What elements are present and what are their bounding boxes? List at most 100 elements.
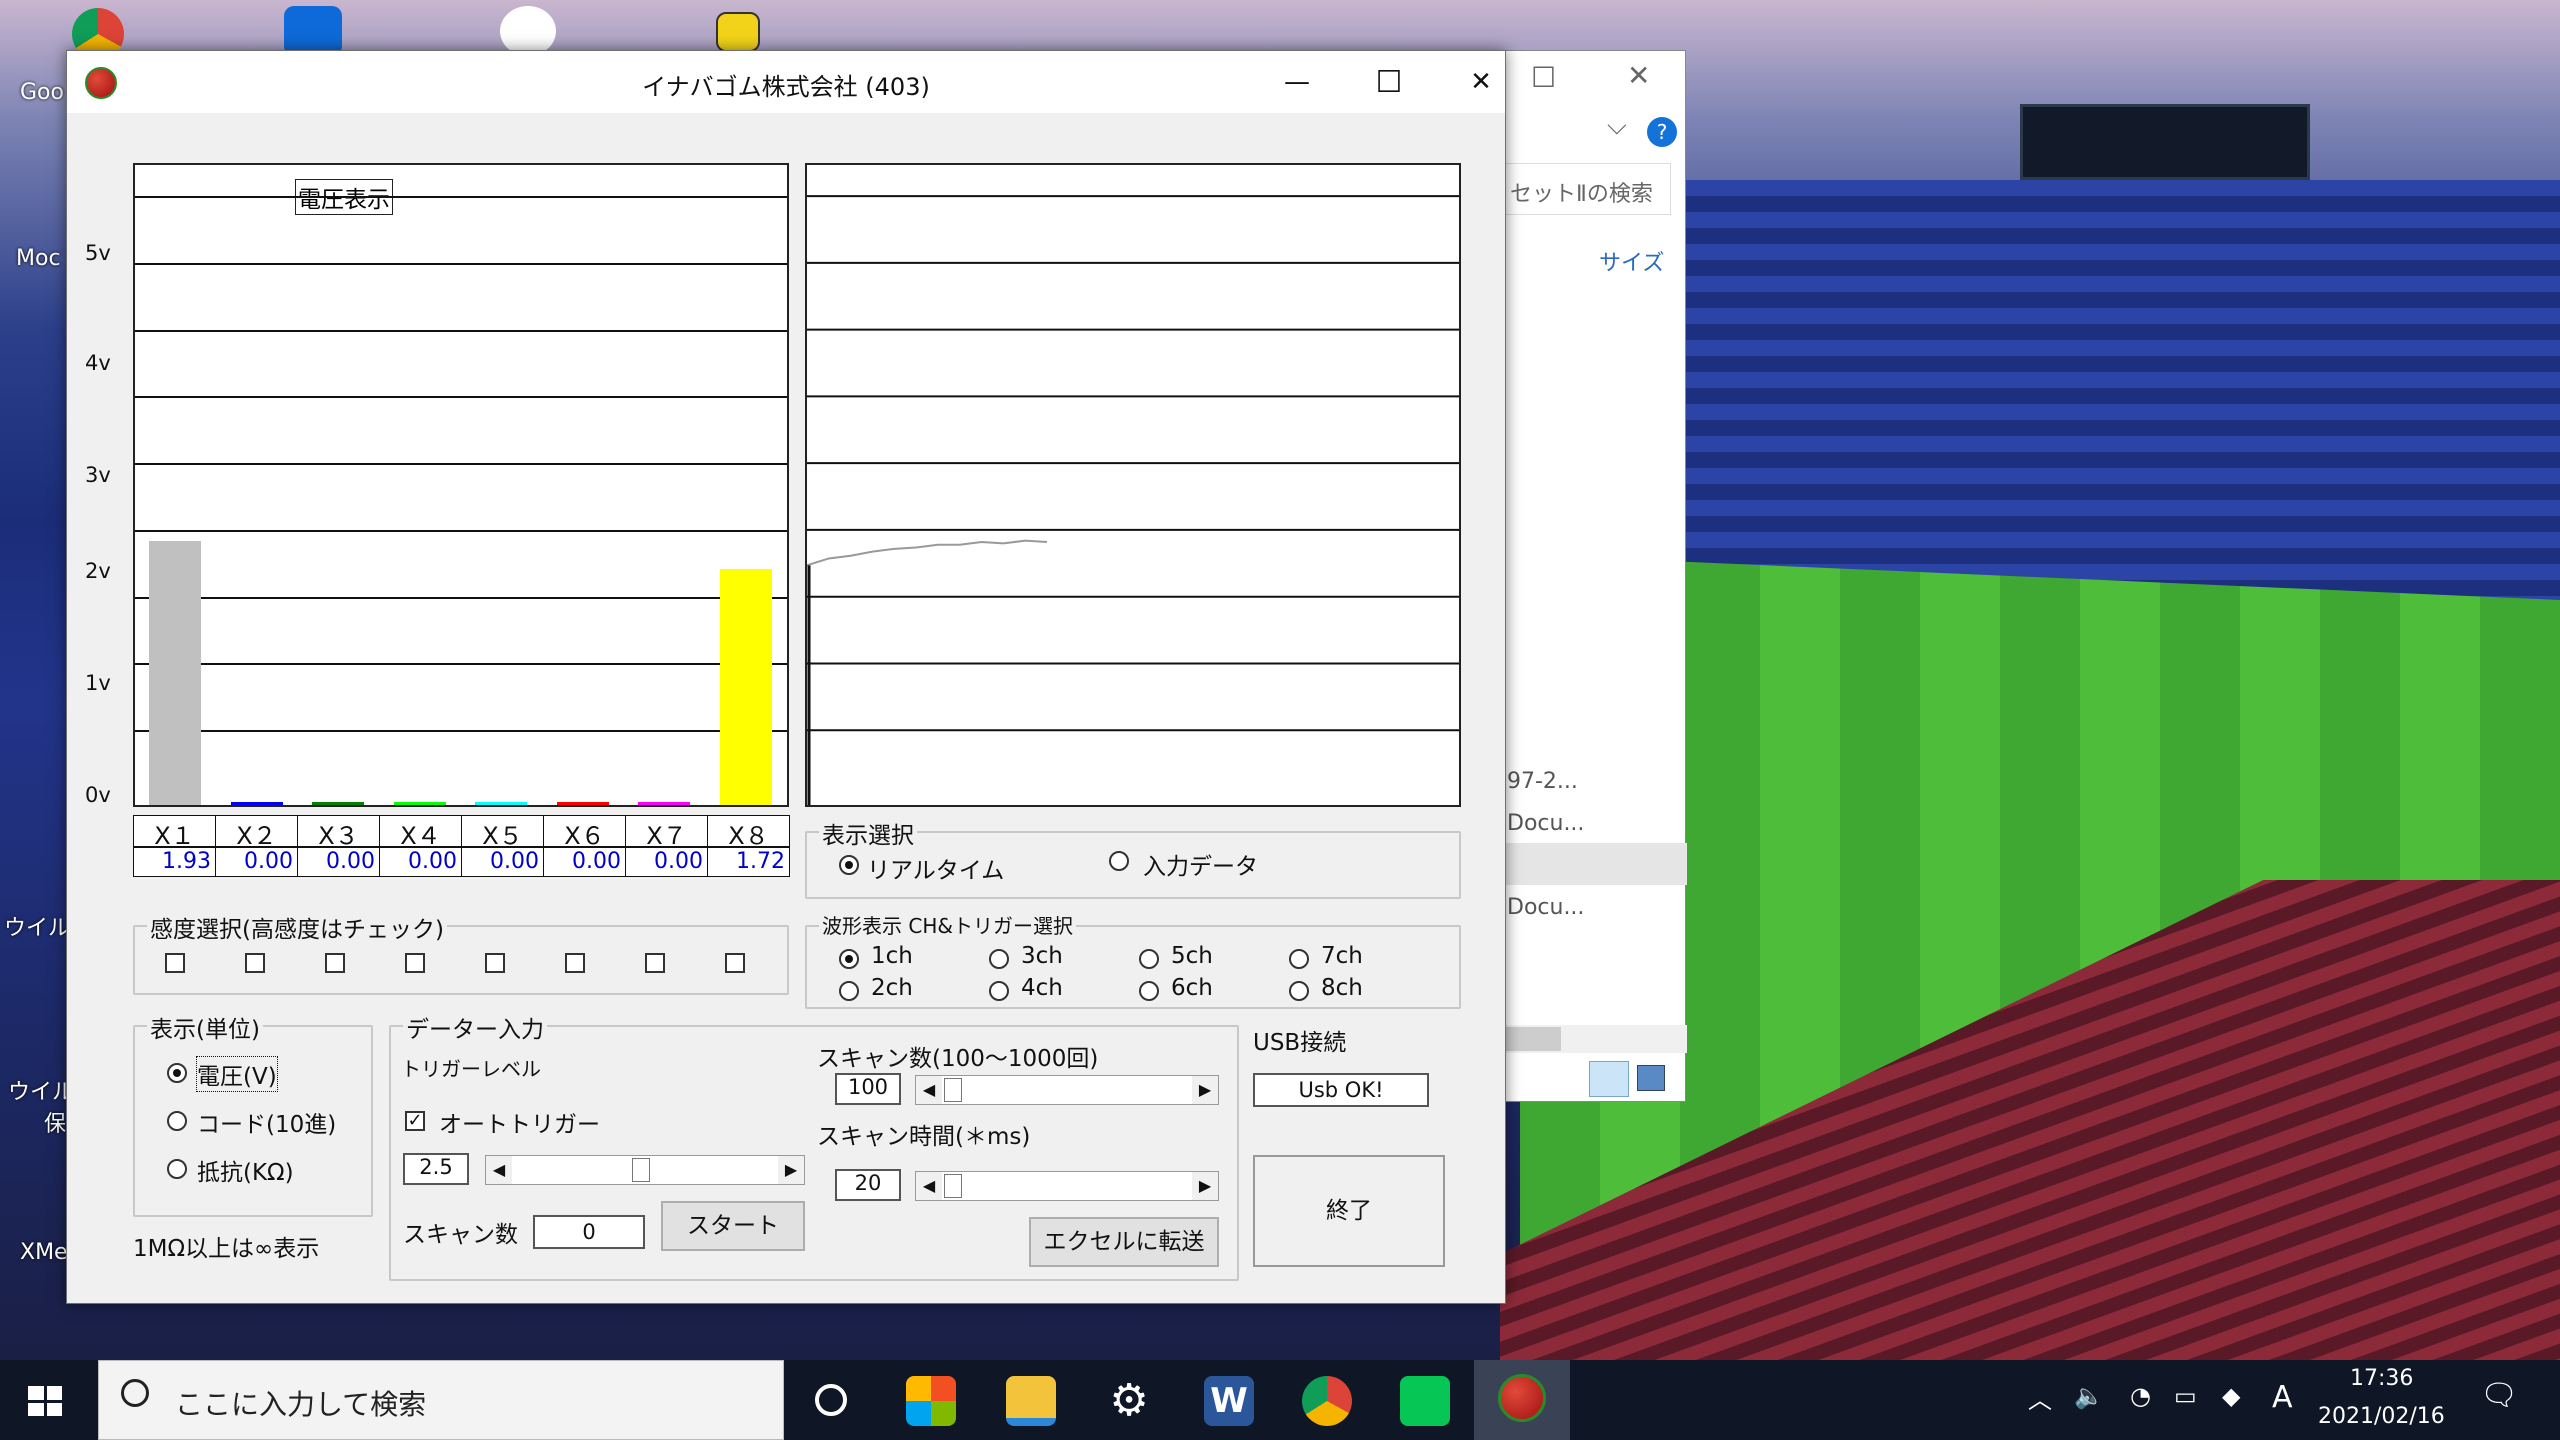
sensitivity-checkbox-7[interactable] — [645, 953, 665, 973]
unit-label-1[interactable]: 電圧(V) — [196, 1056, 278, 1092]
explorer-selected-row[interactable] — [1501, 843, 1687, 885]
explorer-help-icon[interactable]: ? — [1647, 117, 1677, 147]
battery-icon[interactable]: ▭ — [2174, 1382, 2197, 1410]
slider-thumb[interactable] — [944, 1078, 962, 1102]
waveform-radio-1ch[interactable] — [839, 949, 859, 969]
title-bar[interactable]: イナバゴム株式会社 (403) — ☐ ✕ — [67, 51, 1505, 113]
explorer-maximize-icon[interactable]: ☐ — [1531, 61, 1556, 94]
realtime-label[interactable]: リアルタイム — [867, 851, 1004, 885]
active-app-highlight[interactable] — [1474, 1360, 1570, 1440]
ms-store-icon[interactable] — [906, 1376, 956, 1426]
waveform-radio-2ch[interactable] — [839, 981, 859, 1001]
minimize-button[interactable]: — — [1251, 51, 1343, 113]
excel-export-button[interactable]: エクセルに転送 — [1029, 1217, 1219, 1267]
waveform-radio-4ch[interactable] — [989, 981, 1009, 1001]
realtime-radio[interactable] — [839, 855, 859, 875]
thumbnail-view-icon[interactable] — [1637, 1065, 1665, 1091]
explorer-size-column[interactable]: サイズ — [1599, 245, 1664, 277]
input-data-label[interactable]: 入力データ — [1143, 847, 1258, 881]
sensitivity-checkbox-8[interactable] — [725, 953, 745, 973]
unit-label-2[interactable]: コード(10進) — [197, 1105, 336, 1139]
slider-right-arrow-icon[interactable]: ▶ — [1192, 1076, 1218, 1104]
close-button[interactable]: ✕ — [1435, 51, 1527, 113]
explorer-search-input[interactable]: セットⅡの検索 — [1501, 163, 1671, 215]
scan-time-slider[interactable]: ◀ ▶ — [915, 1171, 1219, 1201]
explorer-chevron-icon[interactable]: ⌵ — [1607, 111, 1627, 142]
waveform-radio-3ch[interactable] — [989, 949, 1009, 969]
slider-thumb[interactable] — [632, 1158, 650, 1182]
waveform-radio-7ch[interactable] — [1289, 949, 1309, 969]
slider-left-arrow-icon[interactable]: ◀ — [916, 1076, 942, 1104]
defender-icon[interactable]: ◆ — [2222, 1382, 2240, 1410]
slider-left-arrow-icon[interactable]: ◀ — [486, 1156, 512, 1184]
ime-indicator[interactable]: A — [2272, 1380, 2293, 1415]
explorer-item-2[interactable]: Docu... — [1507, 811, 1584, 836]
details-view-icon[interactable] — [1589, 1061, 1629, 1097]
waveform-label-4ch[interactable]: 4ch — [1021, 975, 1063, 1001]
slider-thumb[interactable] — [944, 1174, 962, 1198]
bar-chart-gridline — [135, 529, 787, 532]
trigger-level-field[interactable]: 2.5 — [403, 1153, 469, 1185]
settings-gear-icon[interactable]: ⚙ — [1104, 1376, 1154, 1426]
chrome-icon[interactable] — [1302, 1376, 1352, 1426]
unit-label-3[interactable]: 抵抗(KΩ) — [197, 1153, 294, 1187]
slider-left-arrow-icon[interactable]: ◀ — [916, 1172, 942, 1200]
waveform-radio-8ch[interactable] — [1289, 981, 1309, 1001]
slack-desktop-icon[interactable] — [500, 6, 556, 56]
slider-right-arrow-icon[interactable]: ▶ — [778, 1156, 804, 1184]
trigger-level-slider[interactable]: ◀ ▶ — [485, 1155, 805, 1185]
bar-x3 — [312, 802, 364, 805]
word-icon[interactable]: W — [1204, 1376, 1254, 1426]
teamviewer-desktop-icon[interactable] — [284, 6, 342, 56]
clock-date[interactable]: 2021/02/16 — [2318, 1404, 2445, 1429]
waveform-radio-5ch[interactable] — [1139, 949, 1159, 969]
file-explorer-icon[interactable] — [1006, 1376, 1056, 1426]
y-tick-0v: 0v — [85, 783, 111, 807]
scan-num-field[interactable]: 100 — [835, 1073, 901, 1105]
waveform-label-7ch[interactable]: 7ch — [1321, 943, 1363, 969]
start-button[interactable]: スタート — [661, 1201, 805, 1251]
unit-radio-2[interactable] — [167, 1111, 187, 1131]
y-tick-3v: 3v — [85, 463, 111, 487]
waveform-radio-6ch[interactable] — [1139, 981, 1159, 1001]
explorer-item-1[interactable]: 97-2... — [1507, 769, 1578, 794]
scan-num-slider[interactable]: ◀ ▶ — [915, 1075, 1219, 1105]
desktop-label-virus2: ウイル — [8, 1080, 75, 1105]
auto-trigger-checkbox[interactable]: ✓ — [405, 1111, 425, 1131]
waveform-label-2ch[interactable]: 2ch — [871, 975, 913, 1001]
line-app-icon[interactable] — [1400, 1376, 1450, 1426]
waveform-label-5ch[interactable]: 5ch — [1171, 943, 1213, 969]
scan-count-field[interactable]: 0 — [533, 1215, 645, 1249]
waveform-label-1ch[interactable]: 1ch — [871, 943, 913, 969]
taskbar-search-input[interactable]: ここに入力して検索 — [98, 1360, 784, 1440]
sensitivity-checkbox-4[interactable] — [405, 953, 425, 973]
clock-time[interactable]: 17:36 — [2350, 1366, 2413, 1391]
sensitivity-checkbox-3[interactable] — [325, 953, 345, 973]
tray-chevron-icon[interactable]: ︿ — [2028, 1380, 2052, 1415]
input-data-radio[interactable] — [1109, 851, 1129, 871]
task-view-icon[interactable] — [815, 1384, 847, 1416]
exit-button[interactable]: 終了 — [1253, 1155, 1445, 1267]
explorer-item-3[interactable]: Docu... — [1507, 895, 1584, 920]
typing-desktop-icon[interactable] — [716, 12, 760, 52]
sensitivity-checkbox-1[interactable] — [165, 953, 185, 973]
scan-time-field[interactable]: 20 — [835, 1169, 901, 1201]
sensitivity-checkbox-6[interactable] — [565, 953, 585, 973]
waveform-label-3ch[interactable]: 3ch — [1021, 943, 1063, 969]
maximize-button[interactable]: ☐ — [1343, 51, 1435, 113]
auto-trigger-label[interactable]: オートトリガー — [439, 1105, 600, 1139]
sensitivity-checkbox-2[interactable] — [245, 953, 265, 973]
unit-radio-1[interactable] — [167, 1063, 187, 1083]
sensitivity-checkbox-5[interactable] — [485, 953, 505, 973]
waveform-label-8ch[interactable]: 8ch — [1321, 975, 1363, 1001]
waveform-label-6ch[interactable]: 6ch — [1171, 975, 1213, 1001]
explorer-hscrollbar[interactable] — [1501, 1025, 1687, 1053]
search-icon — [121, 1379, 149, 1407]
unit-radio-3[interactable] — [167, 1159, 187, 1179]
explorer-close-icon[interactable]: ✕ — [1627, 59, 1650, 92]
notification-icon[interactable]: 🗨 — [2480, 1378, 2518, 1413]
start-button-icon[interactable] — [28, 1386, 62, 1416]
slider-right-arrow-icon[interactable]: ▶ — [1192, 1172, 1218, 1200]
volume-icon[interactable]: 🔈 — [2074, 1382, 2104, 1410]
wifi-icon[interactable]: ◔ — [2130, 1382, 2151, 1410]
